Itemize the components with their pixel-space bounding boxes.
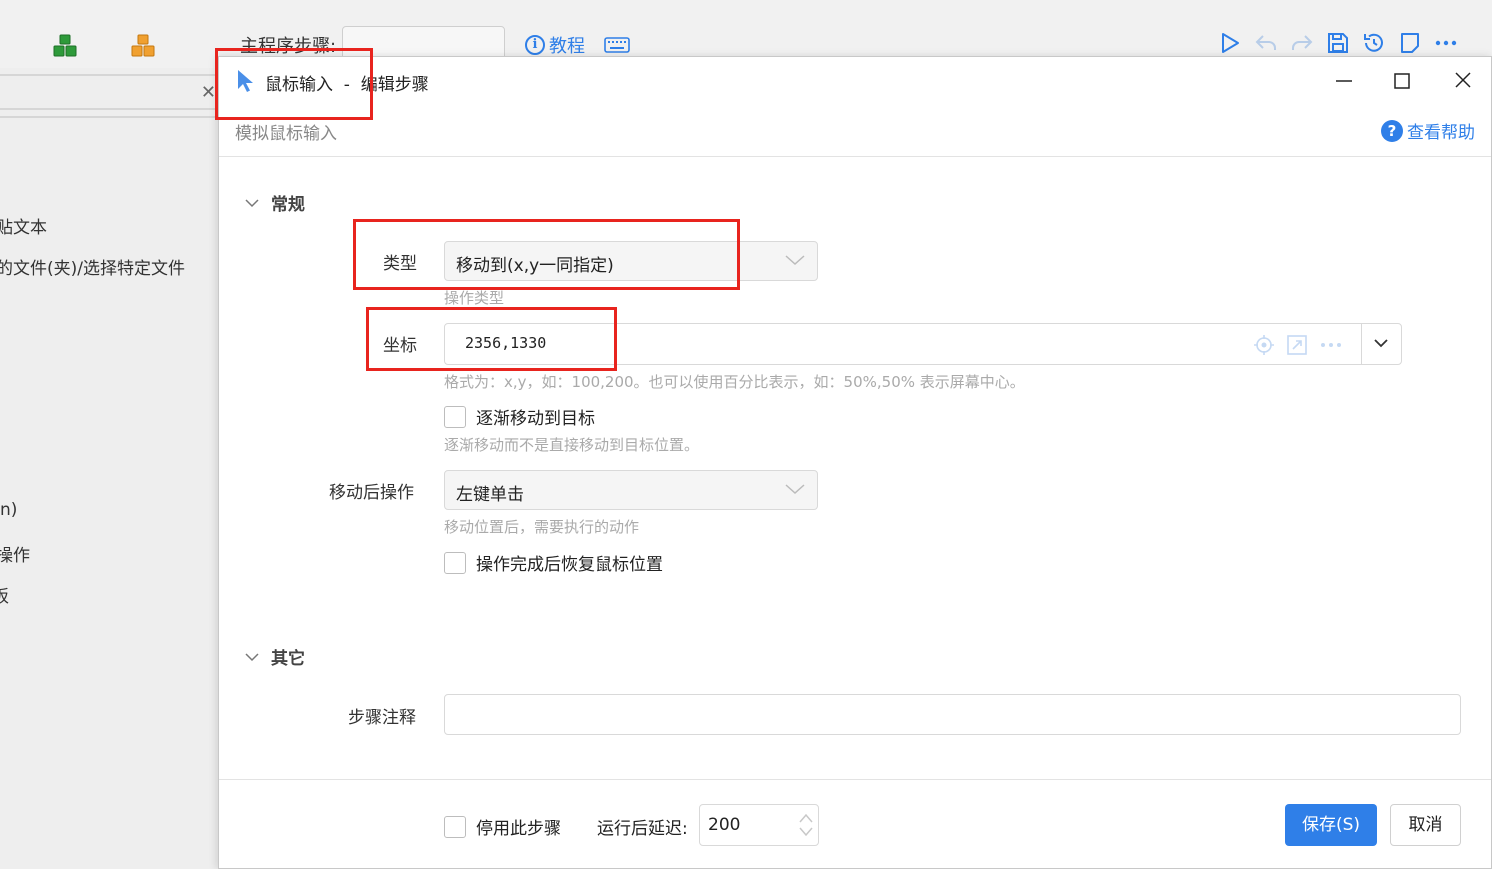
maximize-icon[interactable] (1387, 67, 1417, 95)
help-link[interactable]: ? 查看帮助 (1381, 118, 1475, 143)
delay-label: 运行后延迟: (597, 819, 688, 839)
note-icon[interactable] (1398, 31, 1422, 55)
section-general-toggle[interactable]: 常规 (245, 190, 305, 215)
type-hint: 操作类型 (444, 289, 505, 307)
after-move-select[interactable]: 左键单击 (444, 470, 818, 510)
dialog-title: 鼠标输入 - 编辑步骤 (265, 75, 429, 95)
disable-step-label: 停用此步骤 (476, 819, 561, 839)
open-external-icon[interactable] (1287, 335, 1307, 355)
comment-input[interactable] (444, 694, 1461, 735)
save-button[interactable]: 保存(S) (1285, 804, 1377, 846)
spinner-arrows-icon[interactable] (798, 811, 814, 839)
sidebar-list-item[interactable]: 板 (0, 582, 9, 607)
chevron-down-icon (245, 652, 259, 661)
checkbox-box[interactable] (444, 405, 466, 428)
checkbox-box[interactable] (444, 551, 466, 574)
section-other-toggle[interactable]: 其它 (245, 644, 305, 669)
delay-input[interactable]: 200 (699, 804, 819, 846)
delay-input-value: 200 (708, 815, 741, 835)
chevron-down-icon (1374, 339, 1388, 348)
sidebar-list-item[interactable]: n) (0, 500, 17, 520)
sidebar-list-item[interactable]: 操作 (0, 541, 30, 566)
clear-icon[interactable]: ✕ (201, 82, 216, 103)
dialog-title-bar[interactable]: 鼠标输入 - 编辑步骤 (219, 57, 1491, 105)
more-icon[interactable] (1319, 335, 1343, 355)
crosshair-icon[interactable] (1253, 334, 1275, 356)
tutorial-link[interactable]: i 教程 (525, 32, 585, 58)
dialog-subtitle: 模拟鼠标输入 (235, 124, 337, 144)
gradual-move-checkbox[interactable]: 逐渐移动到目标 (444, 404, 595, 429)
help-label: 查看帮助 (1407, 123, 1475, 143)
history-icon[interactable] (1362, 31, 1386, 55)
gradual-move-hint: 逐渐移动而不是直接移动到目标位置。 (444, 436, 700, 454)
coord-input-value: 2356,1330 (465, 334, 547, 352)
sidebar-divider (0, 74, 218, 76)
checkbox-box[interactable] (444, 815, 466, 838)
tutorial-label: 教程 (549, 36, 585, 57)
save-icon[interactable] (1326, 31, 1350, 55)
more-icon[interactable] (1434, 31, 1458, 55)
restore-position-checkbox[interactable]: 操作完成后恢复鼠标位置 (444, 550, 663, 575)
redo-icon[interactable] (1290, 31, 1314, 55)
sidebar-search[interactable]: ✕ (0, 80, 218, 110)
after-move-select-value: 左键单击 (456, 485, 524, 505)
coord-hint: 格式为：x,y，如：100,200。也可以使用百分比表示，如：50%,50% 表… (444, 373, 1025, 391)
sidebar-list-item[interactable]: 贴文本 (0, 213, 47, 238)
cubes-green-icon[interactable] (52, 34, 78, 58)
run-toolbar (1218, 31, 1458, 55)
help-icon: ? (1381, 119, 1403, 142)
sidebar-list-item[interactable]: 的文件(夹)/选择特定文件 (0, 254, 185, 279)
footer-divider (219, 779, 1491, 780)
header-divider (219, 156, 1491, 157)
coord-dropdown-button[interactable] (1361, 324, 1401, 364)
type-label: 类型 (383, 254, 417, 274)
comment-label: 步骤注释 (348, 708, 416, 728)
cancel-button[interactable]: 取消 (1390, 804, 1461, 846)
close-icon[interactable] (1448, 67, 1478, 95)
main-steps-label: 主程序步骤: (240, 36, 337, 57)
minimize-icon[interactable] (1329, 67, 1359, 95)
cubes-orange-icon[interactable] (130, 34, 156, 58)
after-move-hint: 移动位置后，需要执行的动作 (444, 518, 640, 536)
section-general-title: 常规 (271, 195, 305, 215)
chevron-down-icon (785, 484, 805, 495)
type-select-value: 移动到(x,y一同指定) (456, 256, 614, 276)
chevron-down-icon (785, 255, 805, 266)
type-select[interactable]: 移动到(x,y一同指定) (444, 241, 818, 281)
after-move-label: 移动后操作 (329, 483, 414, 503)
sidebar-divider (0, 116, 218, 118)
disable-step-checkbox[interactable]: 停用此步骤 (444, 814, 561, 839)
info-icon: i (525, 35, 545, 55)
edit-step-dialog: 鼠标输入 - 编辑步骤 模拟鼠标输入 ? 查看帮助 常规 类型 移动到(x,y一… (218, 56, 1492, 869)
restore-position-label: 操作完成后恢复鼠标位置 (476, 555, 663, 575)
keyboard-icon[interactable] (604, 36, 630, 58)
main-steps-select[interactable] (342, 26, 505, 60)
coord-input[interactable]: 2356,1330 (444, 323, 1402, 365)
undo-icon[interactable] (1254, 31, 1278, 55)
section-other-title: 其它 (271, 649, 305, 669)
play-icon[interactable] (1218, 31, 1242, 55)
mouse-pointer-icon (236, 69, 254, 97)
chevron-down-icon (245, 198, 259, 207)
gradual-move-label: 逐渐移动到目标 (476, 409, 595, 429)
coord-tools (1253, 334, 1343, 356)
coord-label: 坐标 (383, 336, 417, 356)
